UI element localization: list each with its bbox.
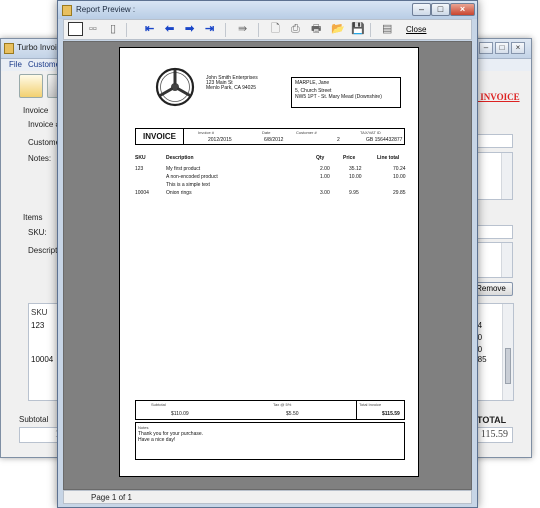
menu-file[interactable]: File	[9, 60, 22, 69]
subtotal-caption: Subtotal	[151, 402, 166, 407]
total-caption: Total Invoice	[359, 402, 382, 407]
fit-width-icon[interactable]: ▯	[110, 23, 116, 36]
bg-maximize-icon[interactable]: □	[495, 42, 509, 54]
preview-window-title: Report Preview :	[76, 5, 136, 14]
description-scrollbar[interactable]	[501, 243, 512, 277]
row-price: 9.95	[349, 190, 359, 196]
goto-page-icon[interactable]: ⇛	[238, 23, 247, 36]
grid-sku-2: 10004	[31, 355, 54, 364]
row-description: My first product	[166, 166, 201, 172]
invoice-header-box: INVOICE Invoice # Date Customer # TAX/VA…	[135, 128, 405, 145]
bg-close-icon[interactable]: ×	[511, 42, 525, 54]
toolbar-separator	[126, 23, 127, 37]
close-window-icon[interactable]: ×	[450, 3, 475, 16]
steering-wheel-logo	[155, 67, 195, 107]
tax-id-label: TAX/VAT ID	[360, 130, 381, 135]
total-cell: Total Invoice $115.59	[356, 401, 405, 419]
col-sku: SKU	[135, 155, 146, 161]
status-bar: Page 1 of 1	[63, 490, 472, 504]
maximize-icon[interactable]: □	[431, 3, 450, 16]
report-page: John Smith Enterprises 123 Main St Menlo…	[119, 47, 419, 477]
toolbar-separator	[225, 23, 226, 37]
single-page-icon[interactable]	[68, 22, 83, 36]
preview-app-icon	[62, 5, 72, 16]
customer-no-label: Customer #	[296, 130, 317, 135]
customer-name: MARPLE, Jane	[295, 80, 330, 86]
subtotal-amount: $110.09	[171, 411, 189, 417]
totals-box: Subtotal $110.09 Tax @ 5% $5.50 Total In…	[135, 400, 405, 420]
row-price: 10.00	[349, 174, 362, 180]
print-setup-icon[interactable]: ⎙	[291, 23, 300, 36]
invoice-heading: G INVOICE	[471, 92, 520, 102]
next-page-icon[interactable]: ➡	[185, 23, 194, 36]
tax-amount: $5.50	[286, 411, 299, 417]
page-indicator: Page 1 of 1	[91, 493, 132, 502]
total-amount: $115.59	[382, 411, 400, 417]
previous-page-icon[interactable]: ⬅	[165, 23, 174, 36]
grid-sku-1: 123	[31, 321, 45, 330]
row-qty: 1.00	[320, 174, 330, 180]
minimize-icon[interactable]: –	[412, 3, 431, 16]
col-line-total: Line total	[377, 155, 400, 161]
date-value: 6/8/2012	[264, 137, 284, 143]
app-icon	[4, 43, 14, 54]
grid-scroll-thumb[interactable]	[505, 348, 511, 384]
notes-line: Have a nice day!	[138, 437, 176, 443]
row-description: A non-encoded product	[166, 174, 218, 180]
col-description: Description	[166, 155, 194, 161]
preview-toolbar: ▫▫ ▯ ⇤ ⬅ ➡ ⇥ ⇛ 🗋 ⎙ 🖶 📂 💾 ▤ Close	[63, 19, 472, 40]
customer-no-value: 2	[337, 137, 340, 143]
section-invoice-label: Invoice	[23, 106, 49, 115]
toolbar-separator	[370, 23, 371, 37]
last-page-icon[interactable]: ⇥	[205, 23, 214, 36]
section-items-label: Items	[23, 213, 43, 222]
row-price: 35.12	[349, 166, 362, 172]
row-qty: 3.00	[320, 190, 330, 196]
two-page-icon[interactable]: ▫▫	[89, 23, 97, 36]
row-description: This is a simple text	[166, 182, 210, 188]
close-button[interactable]: Close	[406, 25, 426, 34]
sku-label: SKU:	[28, 228, 47, 237]
tax-id-value: GB 1564432877	[366, 137, 403, 143]
row-sku: 10004	[135, 190, 149, 196]
report-notes-box: Notes Thank you for your purchase. Have …	[135, 422, 405, 460]
total-label: TOTAL	[477, 415, 507, 425]
row-total: 10.00	[393, 174, 406, 180]
bg-minimize-icon[interactable]: –	[479, 42, 493, 54]
open-file-icon[interactable]: 📂	[331, 23, 345, 36]
row-sku: 123	[135, 166, 144, 172]
subtotal-label: Subtotal	[19, 415, 49, 424]
invoice-no-label: Invoice #	[198, 130, 215, 135]
row-total: 70.24	[393, 166, 406, 172]
print-icon[interactable]: 🖶	[311, 23, 321, 36]
save-icon[interactable]: 💾	[351, 23, 365, 36]
customer-city: NW5 1PT - St. Mary Mead (Downshire)	[295, 94, 382, 100]
document-type: INVOICE	[136, 129, 184, 144]
date-label: Date	[262, 130, 271, 135]
preview-title-bar: Report Preview : – □ ×	[58, 1, 477, 19]
row-total: 29.85	[393, 190, 406, 196]
customer-address-box: MARPLE, Jane 5, Church Street NW5 1PT - …	[291, 77, 401, 108]
row-description: Onion rings	[166, 190, 192, 196]
company-address: John Smith Enterprises 123 Main St Menlo…	[206, 76, 258, 91]
tax-caption: Tax @ 5%	[273, 402, 292, 407]
col-qty: Qty	[316, 155, 325, 161]
notes-scrollbar[interactable]	[501, 153, 512, 199]
grid-scrollbar[interactable]	[502, 304, 513, 400]
notes-label: Notes:	[28, 154, 52, 163]
page-setup-icon[interactable]: 🗋	[271, 23, 280, 36]
invoice-no-value: 2012/2015	[208, 137, 232, 143]
export-icon[interactable]: ▤	[382, 23, 392, 36]
col-price: Price	[343, 155, 356, 161]
row-qty: 2.00	[320, 166, 330, 172]
grid-header-sku: SKU	[31, 308, 48, 317]
first-page-icon[interactable]: ⇤	[145, 23, 154, 36]
toolbar-separator	[258, 23, 259, 37]
company-line: Menlo Park, CA 94025	[206, 85, 257, 91]
new-invoice-icon[interactable]	[19, 74, 43, 98]
